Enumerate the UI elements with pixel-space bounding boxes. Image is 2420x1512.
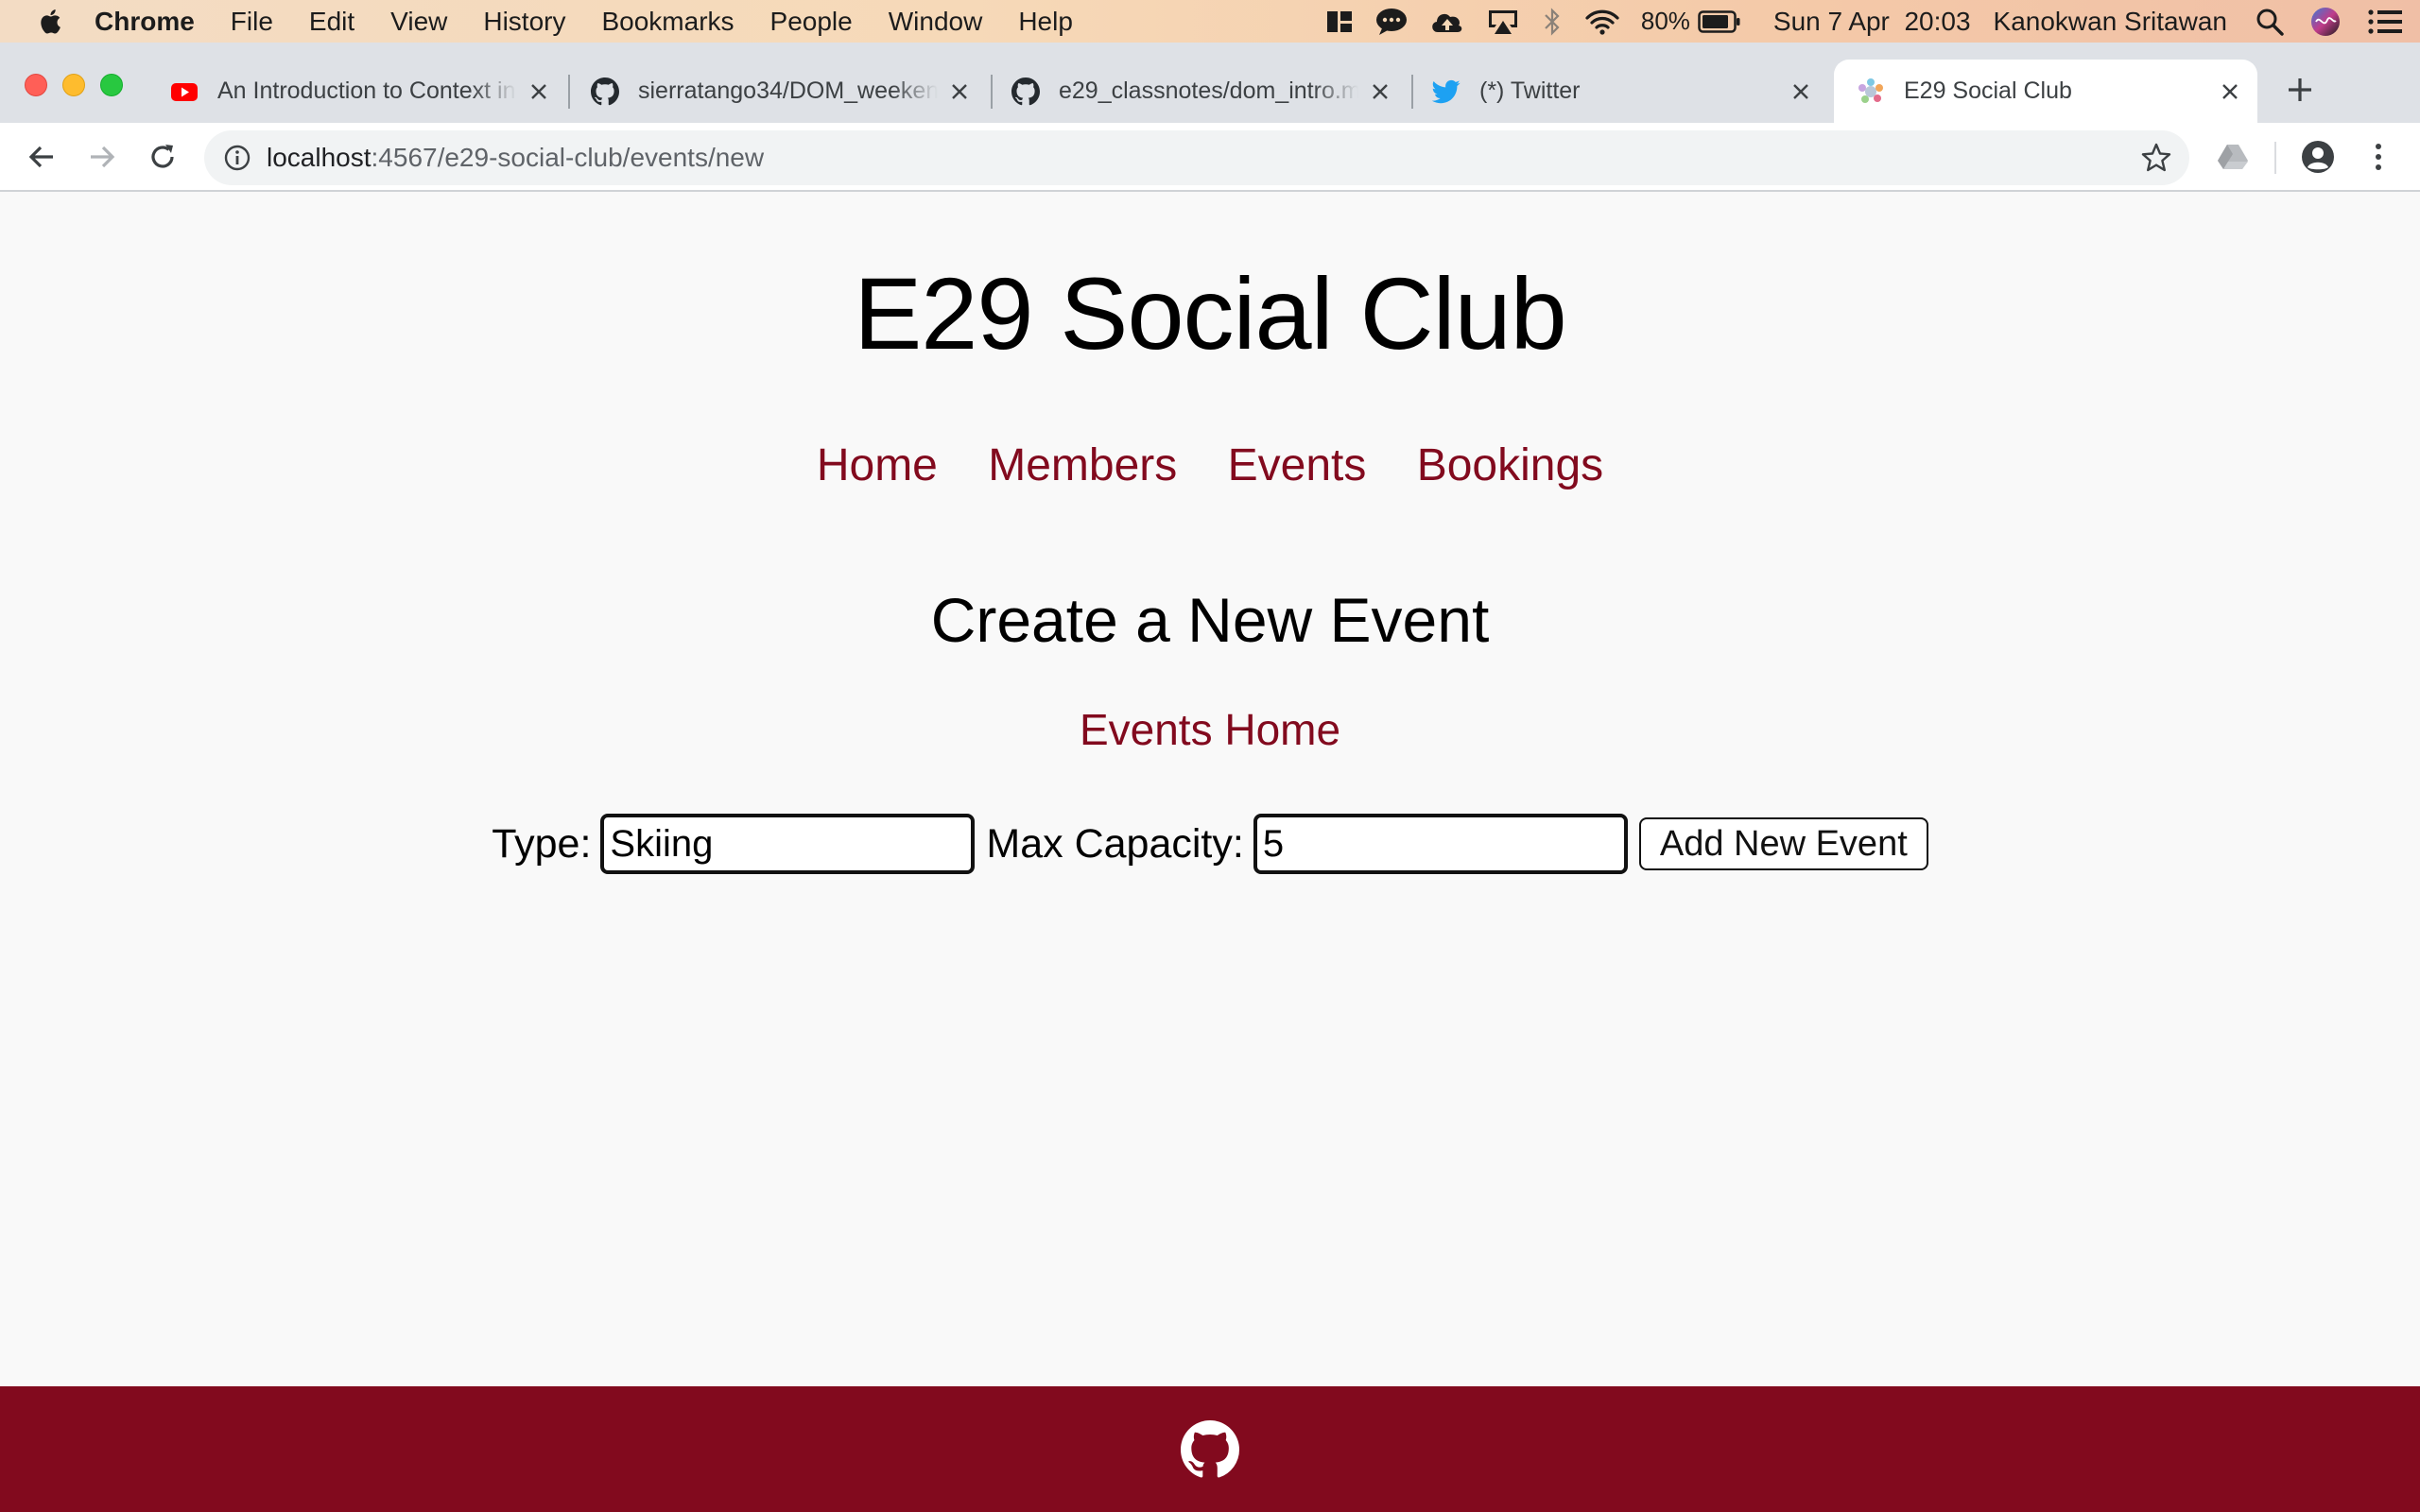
reload-icon — [151, 145, 174, 168]
close-tab-icon[interactable] — [1787, 77, 1815, 106]
battery-percent: 80% — [1640, 7, 1690, 35]
spotlight-search-icon[interactable] — [2256, 8, 2284, 36]
nav-bookings-link[interactable]: Bookings — [1417, 440, 1603, 490]
github-icon — [591, 77, 619, 105]
tab-title: An Introduction to Context in React — [217, 77, 517, 104]
menu-help[interactable]: Help — [1018, 7, 1073, 37]
user-name[interactable]: Kanokwan Sritawan — [1994, 7, 2227, 37]
bookmark-star-icon[interactable] — [2140, 142, 2172, 174]
clock[interactable]: Sun 7 Apr 20:03 — [1773, 7, 1971, 37]
menu-history[interactable]: History — [483, 7, 565, 37]
forward-button[interactable] — [83, 138, 121, 176]
info-icon[interactable] — [223, 144, 251, 172]
back-button[interactable] — [23, 138, 60, 176]
drive-extension-button[interactable] — [2214, 138, 2252, 176]
tab-github-homework[interactable]: sierratango34/DOM_weekend_homework — [591, 60, 974, 123]
close-tab-icon[interactable] — [2216, 77, 2244, 106]
tab-title: (*) Twitter — [1479, 77, 1581, 104]
tab-github-classnotes[interactable]: e29_classnotes/dom_intro.md — [1011, 60, 1394, 123]
close-tab-icon[interactable] — [945, 77, 974, 106]
tab-youtube[interactable]: An Introduction to Context in React — [170, 60, 553, 123]
airplay-icon[interactable] — [1486, 8, 1520, 36]
close-window-button[interactable] — [25, 74, 47, 96]
site-footer — [0, 1386, 2420, 1512]
url-text[interactable]: localhost:4567/e29-social-club/events/ne… — [267, 143, 764, 173]
browser-toolbar: localhost:4567/e29-social-club/events/ne… — [0, 123, 2420, 192]
arrow-left-icon — [28, 146, 53, 168]
tab-title: E29 Social Club — [1904, 77, 2072, 104]
tab-title: sierratango34/DOM_weekend_homework — [638, 77, 938, 104]
events-home-link[interactable]: Events Home — [1080, 705, 1340, 754]
menu-window[interactable]: Window — [889, 7, 983, 37]
menu-view[interactable]: View — [390, 7, 447, 37]
messages-icon[interactable] — [1374, 8, 1409, 36]
type-input[interactable] — [600, 814, 976, 874]
menu-app-name[interactable]: Chrome — [95, 7, 195, 37]
arrow-right-icon — [91, 146, 115, 168]
tab-separator — [568, 75, 570, 109]
chrome-menu-button[interactable] — [2360, 138, 2397, 176]
account-circle-icon — [2302, 141, 2334, 173]
window-controls — [25, 74, 138, 96]
max-capacity-label: Max Capacity: — [986, 820, 1244, 867]
web-page: E29 Social Club Home Members Events Book… — [0, 194, 2420, 1386]
google-drive-icon — [2218, 145, 2248, 169]
tab-twitter[interactable]: (*) Twitter — [1432, 60, 1815, 123]
more-vertical-icon — [2376, 144, 2381, 170]
site-title: E29 Social Club — [854, 256, 1566, 370]
url-host: localhost — [267, 143, 372, 172]
wifi-icon[interactable] — [1584, 8, 1620, 36]
notification-center-icon[interactable] — [2367, 8, 2403, 36]
tab-separator — [1411, 75, 1413, 109]
apple-logo-icon[interactable] — [38, 8, 66, 36]
window-layout-icon[interactable] — [1325, 8, 1354, 36]
page-heading: Create a New Event — [930, 585, 1490, 655]
events-home-container: Events Home — [0, 704, 2420, 755]
site-favicon-icon — [1858, 77, 1883, 103]
bluetooth-icon[interactable] — [1541, 7, 1564, 37]
max-capacity-input[interactable] — [1253, 814, 1628, 874]
nav-home-link[interactable]: Home — [817, 440, 938, 490]
siri-icon[interactable] — [2310, 7, 2341, 37]
battery-icon[interactable] — [1698, 9, 1741, 34]
twitter-icon — [1432, 79, 1461, 103]
new-event-form: Type: Max Capacity: Add New Event — [0, 814, 2420, 874]
browser-tab-strip: An Introduction to Context in React sier… — [0, 43, 2420, 123]
new-tab-button[interactable] — [2281, 71, 2319, 109]
tab-e29-social-club[interactable]: E29 Social Club — [1834, 60, 2257, 123]
menu-file[interactable]: File — [231, 7, 273, 37]
menu-bookmarks[interactable]: Bookmarks — [601, 7, 734, 37]
type-label: Type: — [492, 820, 592, 867]
nav-members-link[interactable]: Members — [988, 440, 1177, 490]
menu-edit[interactable]: Edit — [309, 7, 354, 37]
toolbar-divider — [2274, 142, 2276, 174]
nav-events-link[interactable]: Events — [1228, 440, 1367, 490]
main-nav: Home Members Events Bookings — [0, 439, 2420, 491]
tab-title: e29_classnotes/dom_intro.md — [1059, 77, 1358, 104]
youtube-icon — [171, 82, 198, 101]
close-tab-icon[interactable] — [525, 77, 553, 106]
tab-separator — [991, 75, 993, 109]
menu-people[interactable]: People — [770, 7, 853, 37]
add-new-event-button[interactable]: Add New Event — [1638, 817, 1928, 870]
profile-button[interactable] — [2299, 138, 2337, 176]
macos-menu-bar: Chrome File Edit View History Bookmarks … — [0, 0, 2420, 43]
reload-button[interactable] — [144, 138, 182, 176]
plus-icon — [2289, 78, 2311, 101]
address-bar[interactable]: localhost:4567/e29-social-club/events/ne… — [204, 130, 2189, 185]
close-tab-icon[interactable] — [1366, 77, 1394, 106]
zoom-window-button[interactable] — [100, 74, 123, 96]
url-path: :4567/e29-social-club/events/new — [371, 143, 765, 172]
cloud-upload-icon[interactable] — [1429, 8, 1465, 36]
github-icon[interactable] — [1181, 1419, 1239, 1479]
github-icon — [1011, 77, 1040, 105]
minimize-window-button[interactable] — [62, 74, 85, 96]
